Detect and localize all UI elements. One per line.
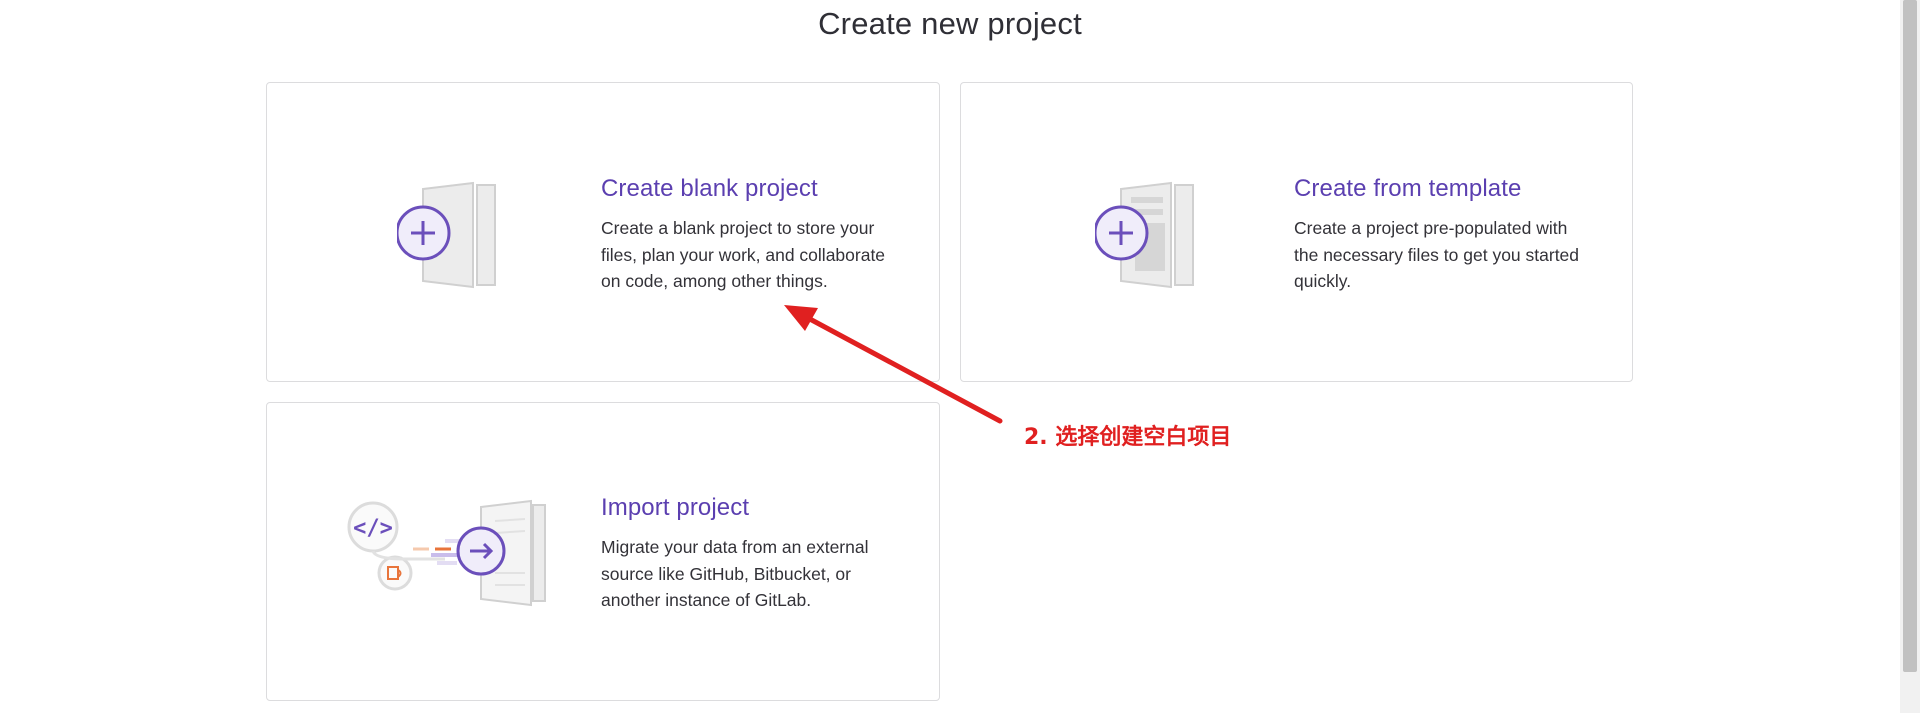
- scrollbar[interactable]: [1900, 0, 1920, 713]
- annotation-label: 2. 选择创建空白项目: [1024, 425, 1232, 450]
- import-project-card[interactable]: </> Import project Migrate your data fro…: [266, 402, 940, 701]
- scrollbar-thumb[interactable]: [1903, 0, 1917, 672]
- create-from-template-card[interactable]: Create from template Create a project pr…: [960, 82, 1633, 382]
- card-title: Import project: [601, 494, 750, 521]
- card-title: Create from template: [1294, 175, 1522, 202]
- import-project-icon: </>: [345, 499, 565, 609]
- card-title: Create blank project: [601, 175, 818, 202]
- blank-project-icon: [395, 181, 517, 289]
- page-title: Create new project: [818, 6, 1082, 41]
- create-blank-project-card[interactable]: Create blank project Create a blank proj…: [266, 82, 940, 382]
- card-description: Create a project pre-populated with the …: [1294, 218, 1580, 291]
- card-description: Create a blank project to store your fil…: [601, 218, 886, 291]
- template-project-icon: [1093, 181, 1215, 289]
- card-description: Migrate your data from an external sourc…: [601, 537, 869, 610]
- svg-text:</>: </>: [353, 516, 393, 541]
